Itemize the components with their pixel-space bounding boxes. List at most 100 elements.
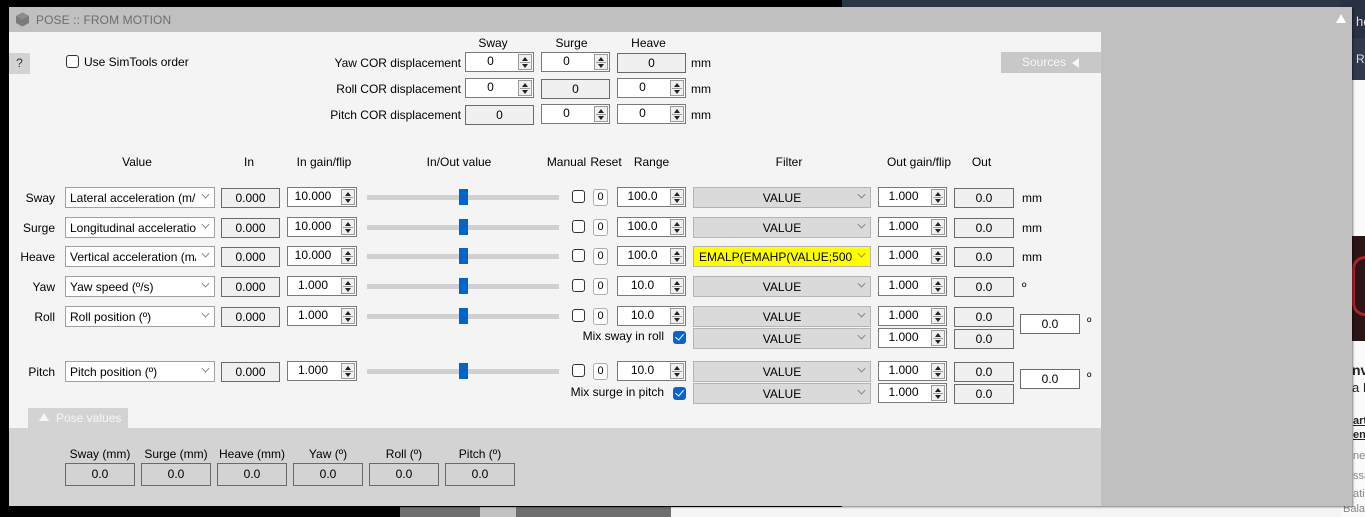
heave-in-gain-input[interactable]: 10.000 xyxy=(287,246,357,266)
roll-in-gain-input[interactable]: 1.000 xyxy=(287,306,357,326)
spin-arrows[interactable] xyxy=(341,308,355,324)
slider-thumb[interactable] xyxy=(459,308,468,324)
roll-cor-heave-input[interactable]: 0 xyxy=(617,78,686,98)
sway-manual-checkbox[interactable] xyxy=(572,190,585,203)
heave-value-select[interactable]: Vertical acceleration (m/s²) xyxy=(65,246,215,267)
sway-value-select[interactable]: Lateral acceleration (m/s²) xyxy=(65,187,215,208)
mix-sway-out-gain-input[interactable]: 1.000 xyxy=(878,328,947,348)
spin-arrows[interactable] xyxy=(670,278,684,294)
spin-arrows[interactable] xyxy=(931,330,945,346)
spin-arrows[interactable] xyxy=(931,308,945,324)
surge-inout-slider[interactable] xyxy=(367,217,559,237)
pitch-in-gain-input[interactable]: 1.000 xyxy=(287,361,357,381)
yaw-manual-checkbox[interactable] xyxy=(572,279,585,292)
spin-arrows[interactable] xyxy=(670,189,684,205)
pitch-inout-slider[interactable] xyxy=(367,361,559,381)
spin-arrows[interactable] xyxy=(670,363,684,379)
spin-arrows[interactable] xyxy=(931,363,945,379)
sway-inout-slider[interactable] xyxy=(367,187,559,207)
sources-button[interactable]: Sources xyxy=(1001,52,1101,73)
roll-filter-select[interactable]: VALUE xyxy=(693,306,871,327)
sway-filter-select[interactable]: VALUE xyxy=(693,187,871,208)
pitch-out-gain-input[interactable]: 1.000 xyxy=(878,361,947,381)
surge-in-gain-input[interactable]: 10.000 xyxy=(287,217,357,237)
spin-arrows[interactable] xyxy=(518,80,532,96)
mix-surge-in-pitch-checkbox[interactable] xyxy=(673,387,686,400)
heave-manual-checkbox[interactable] xyxy=(572,249,585,262)
roll-manual-checkbox[interactable] xyxy=(572,309,585,322)
pitch-value-select[interactable]: Pitch position (º) xyxy=(65,361,215,382)
pitch-cor-heave-input[interactable]: 0 xyxy=(617,104,686,124)
heave-inout-slider[interactable] xyxy=(367,246,559,266)
sway-range-input[interactable]: 100.0 xyxy=(617,187,686,207)
surge-reset-button[interactable]: 0 xyxy=(593,219,608,236)
yaw-out-gain-input[interactable]: 1.000 xyxy=(878,276,947,296)
spin-arrows[interactable] xyxy=(931,278,945,294)
surge-out-gain-input[interactable]: 1.000 xyxy=(878,217,947,237)
pitch-reset-button[interactable]: 0 xyxy=(593,363,608,380)
roll-inout-slider[interactable] xyxy=(367,306,559,326)
surge-manual-checkbox[interactable] xyxy=(572,220,585,233)
yaw-reset-button[interactable]: 0 xyxy=(593,278,608,295)
mix-sway-in-roll-checkbox[interactable] xyxy=(673,331,686,344)
spin-arrows[interactable] xyxy=(518,54,532,70)
spin-arrows[interactable] xyxy=(341,363,355,379)
mix-sway-filter-select[interactable]: VALUE xyxy=(693,328,871,349)
spin-arrows[interactable] xyxy=(670,219,684,235)
heave-out-gain-input[interactable]: 1.000 xyxy=(878,246,947,266)
roll-cor-sway-input[interactable]: 0 xyxy=(465,78,534,98)
mix-surge-in-pitch-label: Mix surge in pitch xyxy=(570,385,664,399)
surge-range-input[interactable]: 100.0 xyxy=(617,217,686,237)
pitch-manual-checkbox[interactable] xyxy=(572,364,585,377)
heave-reset-button[interactable]: 0 xyxy=(593,248,608,265)
yaw-in-gain-input[interactable]: 1.000 xyxy=(287,276,357,296)
spin-arrows[interactable] xyxy=(594,54,608,70)
spin-arrows[interactable] xyxy=(670,80,684,96)
collapse-up-icon[interactable] xyxy=(1335,13,1347,25)
spin-arrows[interactable] xyxy=(341,189,355,205)
mix-surge-filter-select[interactable]: VALUE xyxy=(693,383,871,404)
slider-thumb[interactable] xyxy=(459,248,468,264)
heave-filter-select[interactable]: EMALP(EMAHP(VALUE;500... xyxy=(693,246,871,267)
roll-value-select[interactable]: Roll position (º) xyxy=(65,306,215,327)
yaw-value-select[interactable]: Yaw speed (º/s) xyxy=(65,276,215,297)
sway-in-gain-input[interactable]: 10.000 xyxy=(287,187,357,207)
background-link[interactable]: art xyxy=(1353,415,1365,427)
spin-arrows[interactable] xyxy=(341,248,355,264)
heave-range-input[interactable]: 100.0 xyxy=(617,246,686,266)
pitch-range-input[interactable]: 10.0 xyxy=(617,361,686,381)
spin-arrows[interactable] xyxy=(670,106,684,122)
use-simtools-order-checkbox[interactable] xyxy=(66,55,79,68)
pitch-cor-surge-input[interactable]: 0 xyxy=(541,104,610,124)
sway-reset-button[interactable]: 0 xyxy=(593,189,608,206)
spin-arrows[interactable] xyxy=(670,248,684,264)
slider-thumb[interactable] xyxy=(459,189,468,205)
yaw-cor-sway-input[interactable]: 0 xyxy=(465,52,534,72)
spin-arrows[interactable] xyxy=(931,189,945,205)
spin-arrows[interactable] xyxy=(594,106,608,122)
pitch-filter-select[interactable]: VALUE xyxy=(693,361,871,382)
roll-range-input[interactable]: 10.0 xyxy=(617,306,686,326)
surge-filter-select[interactable]: VALUE xyxy=(693,217,871,238)
yaw-inout-slider[interactable] xyxy=(367,276,559,296)
spin-arrows[interactable] xyxy=(341,219,355,235)
slider-thumb[interactable] xyxy=(459,363,468,379)
slider-thumb[interactable] xyxy=(459,219,468,235)
yaw-range-input[interactable]: 10.0 xyxy=(617,276,686,296)
background-link[interactable]: en xyxy=(1353,429,1365,441)
yaw-cor-surge-input[interactable]: 0 xyxy=(541,52,610,72)
spin-arrows[interactable] xyxy=(931,219,945,235)
spin-arrows[interactable] xyxy=(931,248,945,264)
sway-out-gain-input[interactable]: 1.000 xyxy=(878,187,947,207)
spin-arrows[interactable] xyxy=(341,278,355,294)
slider-thumb[interactable] xyxy=(459,278,468,294)
pose-values-toggle[interactable]: Pose values xyxy=(28,408,128,428)
spin-arrows[interactable] xyxy=(670,308,684,324)
roll-out-gain-input[interactable]: 1.000 xyxy=(878,306,947,326)
yaw-filter-select[interactable]: VALUE xyxy=(693,276,871,297)
surge-value-select[interactable]: Longitudinal acceleration (m/s²) xyxy=(65,217,215,238)
spin-arrows[interactable] xyxy=(931,385,945,401)
mix-surge-out-gain-input[interactable]: 1.000 xyxy=(878,383,947,403)
help-button[interactable]: ? xyxy=(9,53,30,74)
roll-reset-button[interactable]: 0 xyxy=(593,308,608,325)
